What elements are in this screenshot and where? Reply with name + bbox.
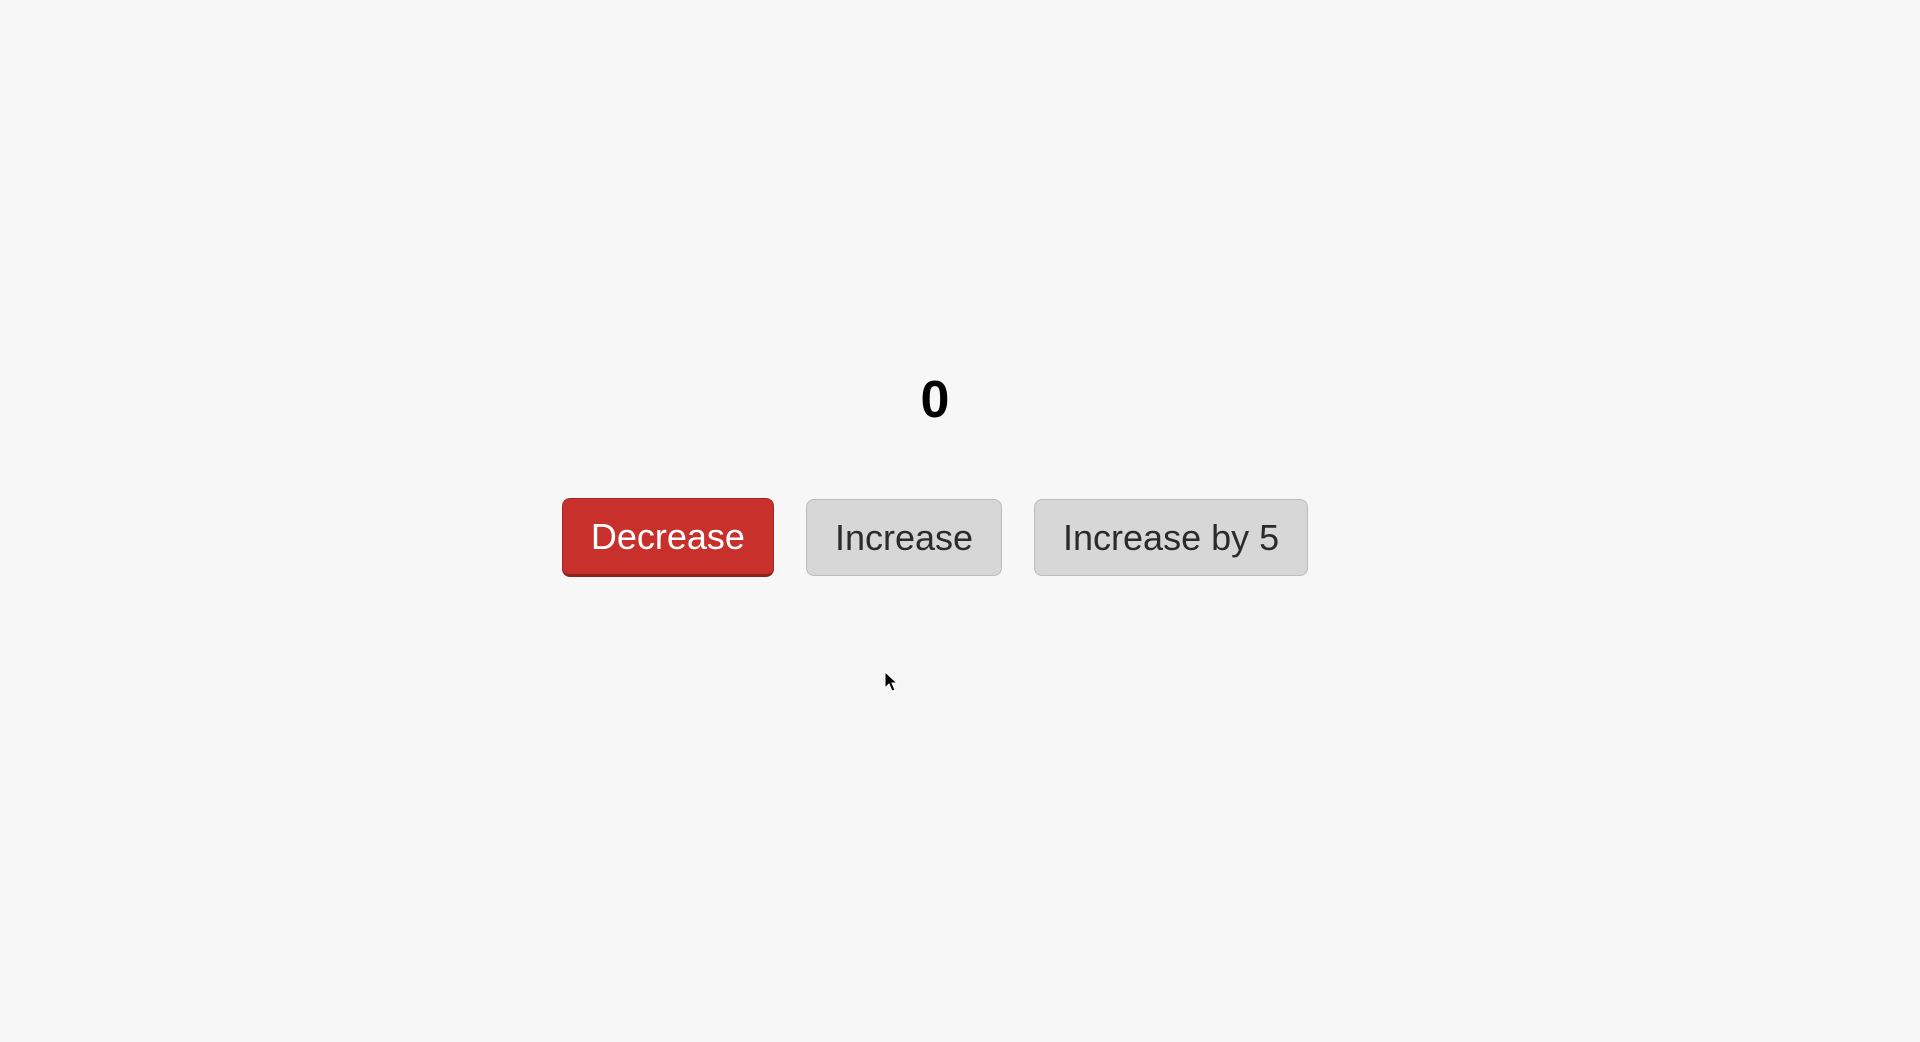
increase-by-5-button[interactable]: Increase by 5	[1034, 499, 1308, 576]
counter-button-row: Decrease Increase Increase by 5	[562, 498, 1308, 577]
increase-button[interactable]: Increase	[806, 499, 1002, 576]
decrease-button[interactable]: Decrease	[562, 498, 774, 577]
counter-widget: 0 Decrease Increase Increase by 5	[562, 370, 1308, 577]
cursor-icon	[885, 672, 901, 694]
counter-value: 0	[921, 370, 950, 430]
